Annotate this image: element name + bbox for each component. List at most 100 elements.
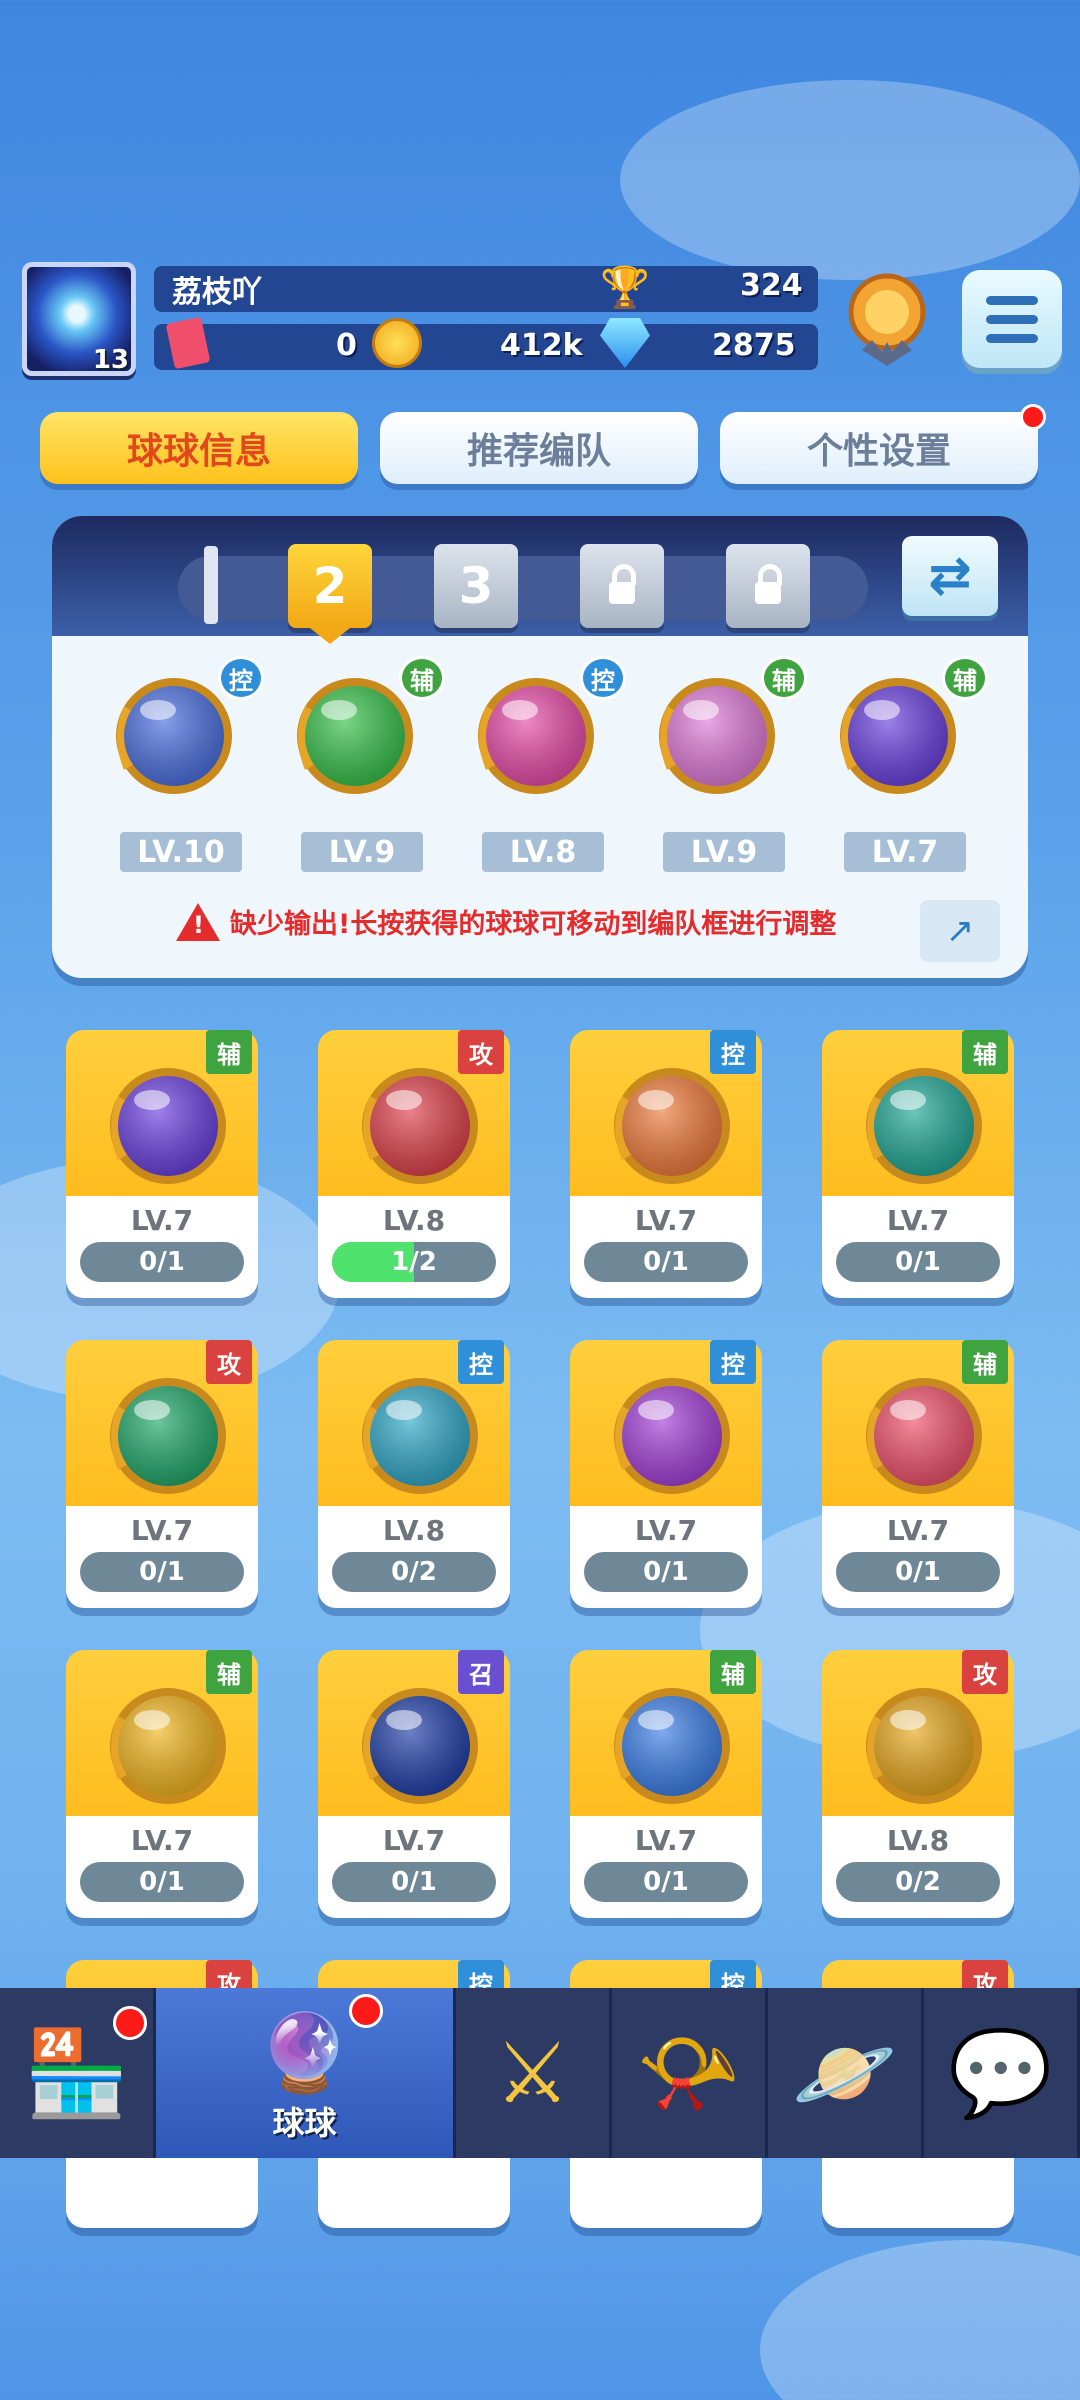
card-progress: 0/1 bbox=[332, 1862, 496, 1902]
coin-icon[interactable] bbox=[372, 318, 422, 368]
card-progress: 0/2 bbox=[836, 1862, 1000, 1902]
nav-balls[interactable]: 🔮 球球 bbox=[156, 1988, 456, 2158]
ball-icon bbox=[362, 1068, 478, 1184]
team-ball-2[interactable] bbox=[281, 666, 421, 806]
nav-social[interactable]: 💬 bbox=[924, 1988, 1080, 2158]
ball-icon bbox=[614, 1378, 730, 1494]
role-tag: 辅 bbox=[399, 656, 445, 700]
ball-card[interactable]: 控 LV.7 0/1 bbox=[570, 1030, 762, 1298]
nav-planet[interactable]: 🪐 bbox=[768, 1988, 924, 2158]
team-slot-5-locked[interactable] bbox=[726, 544, 810, 628]
whistle-icon: 📯 bbox=[636, 2023, 741, 2122]
ball-card[interactable]: 控 LV.7 0/1 bbox=[570, 1340, 762, 1608]
card-level: LV.7 bbox=[382, 1824, 446, 1857]
card-level: LV.7 bbox=[886, 1514, 950, 1547]
card-progress: 0/1 bbox=[836, 1552, 1000, 1592]
team-slot-2[interactable]: 2 bbox=[288, 544, 372, 628]
progress-text: 0/1 bbox=[139, 1247, 185, 1277]
team-ball-3[interactable] bbox=[462, 666, 602, 806]
card-level: LV.7 bbox=[634, 1824, 698, 1857]
card-progress: 0/1 bbox=[584, 1242, 748, 1282]
card-progress: 0/1 bbox=[80, 1552, 244, 1592]
clock-icon bbox=[116, 678, 232, 794]
warning-text: 缺少输出!长按获得的球球可移动到编队框进行调整 bbox=[230, 909, 837, 940]
role-tag: 辅 bbox=[710, 1650, 756, 1694]
card-progress: 0/1 bbox=[80, 1862, 244, 1902]
progress-text: 0/2 bbox=[895, 1867, 941, 1897]
ball-card[interactable]: 辅 LV.7 0/1 bbox=[66, 1650, 258, 1918]
menu-button[interactable] bbox=[962, 270, 1062, 368]
team-ball-level: LV.9 bbox=[301, 832, 423, 872]
team-slot-1[interactable] bbox=[204, 546, 218, 624]
ball-icon bbox=[110, 1068, 226, 1184]
card-level: LV.7 bbox=[130, 1204, 194, 1237]
role-tag: 控 bbox=[710, 1340, 756, 1384]
card-progress: 0/1 bbox=[836, 1242, 1000, 1282]
progress-text: 0/2 bbox=[391, 1557, 437, 1587]
role-tag: 控 bbox=[710, 1030, 756, 1074]
role-tag: 辅 bbox=[761, 656, 807, 700]
team-panel: 2 3 ⇄ 控 LV.10 辅 LV.9 控 LV.8 辅 LV.9 辅 LV.… bbox=[52, 516, 1028, 978]
selected-slot-pointer bbox=[310, 628, 350, 644]
crowd-icon bbox=[659, 678, 775, 794]
tab-recommended-team[interactable]: 推荐编队 bbox=[380, 412, 698, 484]
card-level: LV.8 bbox=[382, 1514, 446, 1547]
ball-icon bbox=[362, 1378, 478, 1494]
team-ball-1[interactable] bbox=[100, 666, 240, 806]
progress-text: 0/1 bbox=[643, 1867, 689, 1897]
warning-message: 缺少输出!长按获得的球球可移动到编队框进行调整 bbox=[176, 902, 836, 941]
balls-icon: 🔮 bbox=[257, 2008, 352, 2097]
ball-card[interactable]: 召 LV.7 0/1 bbox=[318, 1650, 510, 1918]
ball-card[interactable]: 攻 LV.8 0/2 bbox=[822, 1650, 1014, 1918]
team-slot-4-locked[interactable] bbox=[580, 544, 664, 628]
role-tag: 召 bbox=[458, 1650, 504, 1694]
ball-card[interactable]: 辅 LV.7 0/1 bbox=[66, 1030, 258, 1298]
player-avatar[interactable]: 13 bbox=[22, 262, 136, 376]
ball-icon bbox=[866, 1068, 982, 1184]
ball-icon bbox=[110, 1378, 226, 1494]
role-tag: 控 bbox=[580, 656, 626, 700]
team-ball-level: LV.9 bbox=[663, 832, 785, 872]
nav-shop[interactable]: 🏪 bbox=[0, 1988, 156, 2158]
diamond-count: 2875 bbox=[712, 328, 796, 363]
role-tag: 控 bbox=[218, 656, 264, 700]
ball-icon bbox=[110, 1688, 226, 1804]
card-level: LV.7 bbox=[634, 1514, 698, 1547]
bottom-nav: 🏪 🔮 球球 ⚔ 📯 🪐 💬 bbox=[0, 1988, 1080, 2158]
chat-heart-icon: 💬 bbox=[948, 2023, 1053, 2122]
tab-personal-settings[interactable]: 个性设置 bbox=[720, 412, 1038, 484]
team-ball-4[interactable] bbox=[643, 666, 783, 806]
card-progress: 0/1 bbox=[584, 1552, 748, 1592]
role-tag: 辅 bbox=[206, 1650, 252, 1694]
shop-icon: 🏪 bbox=[24, 2023, 129, 2122]
nav-battle[interactable]: ⚔ bbox=[456, 1988, 612, 2158]
progress-text: 0/1 bbox=[643, 1557, 689, 1587]
ball-card[interactable]: 攻 LV.7 0/1 bbox=[66, 1340, 258, 1608]
role-tag: 攻 bbox=[206, 1340, 252, 1384]
tab-ball-info[interactable]: 球球信息 bbox=[40, 412, 358, 484]
swap-button[interactable]: ⇄ bbox=[902, 536, 998, 616]
ball-card[interactable]: 辅 LV.7 0/1 bbox=[822, 1340, 1014, 1608]
planet-icon: 🪐 bbox=[792, 2023, 897, 2122]
team-ball-5[interactable] bbox=[824, 666, 964, 806]
crossed-swords-icon: ⚔ bbox=[494, 2024, 571, 2122]
progress-text: 0/1 bbox=[895, 1247, 941, 1277]
progress-text: 1/2 bbox=[391, 1247, 437, 1277]
team-slot-3[interactable]: 3 bbox=[434, 544, 518, 628]
rank-medal-icon[interactable] bbox=[842, 270, 932, 370]
ball-card[interactable]: 辅 LV.7 0/1 bbox=[822, 1030, 1014, 1298]
ball-card[interactable]: 辅 LV.7 0/1 bbox=[570, 1650, 762, 1918]
progress-text: 0/1 bbox=[139, 1867, 185, 1897]
share-button[interactable]: ↗ bbox=[920, 900, 1000, 962]
nav-whistle[interactable]: 📯 bbox=[612, 1988, 768, 2158]
role-tag: 攻 bbox=[962, 1650, 1008, 1694]
ball-card[interactable]: 控 LV.8 0/2 bbox=[318, 1340, 510, 1608]
card-level: LV.8 bbox=[382, 1204, 446, 1237]
notification-badge bbox=[349, 1994, 383, 2028]
ball-card[interactable]: 攻 LV.8 1/2 bbox=[318, 1030, 510, 1298]
ball-icon bbox=[866, 1688, 982, 1804]
card-progress: 0/2 bbox=[332, 1552, 496, 1592]
player-name-bar: 荔枝吖 bbox=[154, 266, 818, 312]
coin-count: 412k bbox=[500, 328, 583, 363]
card-level: LV.7 bbox=[130, 1824, 194, 1857]
